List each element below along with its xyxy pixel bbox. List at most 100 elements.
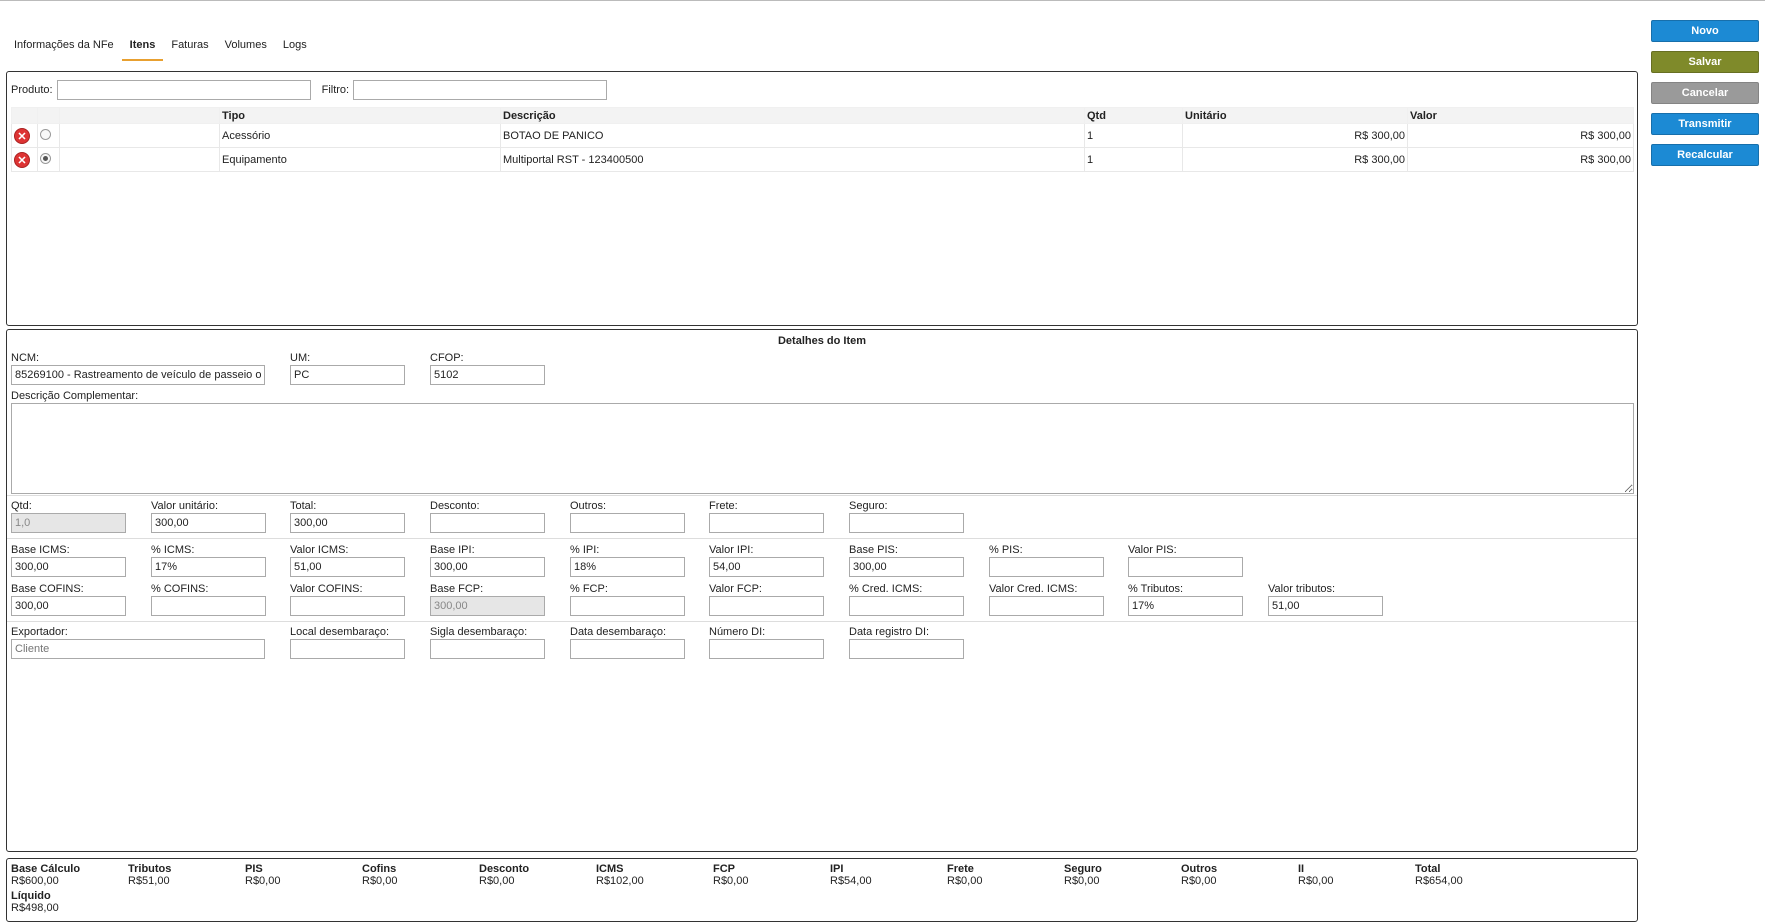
total-seguro: Seguro R$0,00 (1064, 863, 1102, 887)
total-label: Base Cálculo (11, 863, 81, 875)
base-pis-input[interactable] (849, 557, 964, 577)
valor-fcp-field: Valor FCP: (709, 583, 824, 616)
data-registro-di-field: Data registro DI: (849, 626, 964, 659)
col-descricao: Descrição (500, 107, 1085, 124)
frete-label: Frete: (709, 500, 738, 512)
data-desembaraco-field: Data desembaraço: (570, 626, 685, 659)
filtro-label: Filtro: (321, 84, 350, 96)
recalcular-button[interactable]: Recalcular (1651, 144, 1759, 166)
produto-input[interactable] (56, 80, 311, 100)
filtro-input[interactable] (353, 80, 608, 100)
valor-unitario-field: Valor unitário: (151, 500, 266, 533)
valor-tributos-field: Valor tributos: (1268, 583, 1383, 616)
total-value: R$0,00 (362, 875, 398, 887)
row-radio-selected[interactable] (40, 152, 51, 164)
pct-fcp-label: % FCP: (570, 583, 608, 595)
filter-row: Produto: Filtro: (11, 80, 608, 100)
valor-pis-input[interactable] (1128, 557, 1243, 577)
tab-informacoes-nfe[interactable]: Informações da NFe (6, 27, 122, 61)
base-pis-label: Base PIS: (849, 544, 898, 556)
pct-ipi-input[interactable] (570, 557, 685, 577)
total-frete: Frete R$0,00 (947, 863, 982, 887)
total-label: Total (1415, 863, 1441, 875)
pct-fcp-field: % FCP: (570, 583, 685, 616)
local-desembaraco-field: Local desembaraço: (290, 626, 405, 659)
base-icms-input[interactable] (11, 557, 126, 577)
total-fcp: FCP R$0,00 (713, 863, 748, 887)
tab-volumes[interactable]: Volumes (217, 27, 275, 61)
valor-fcp-input[interactable] (709, 596, 824, 616)
total-value: R$0,00 (947, 875, 983, 887)
pct-cofins-input[interactable] (151, 596, 266, 616)
local-desembaraco-input[interactable] (290, 639, 405, 659)
total-value: R$102,00 (596, 875, 644, 887)
valor-tributos-input[interactable] (1268, 596, 1383, 616)
local-desembaraco-label: Local desembaraço: (290, 626, 390, 638)
pct-icms-input[interactable] (151, 557, 266, 577)
base-fcp-label: Base FCP: (430, 583, 484, 595)
produto-label: Produto: (11, 84, 53, 96)
base-icms-label: Base ICMS: (11, 544, 70, 556)
descricao-complementar-field: Descrição Complementar: (11, 390, 1634, 497)
cancelar-button[interactable]: Cancelar (1651, 82, 1759, 104)
tab-logs[interactable]: Logs (275, 27, 315, 61)
descricao-complementar-textarea[interactable] (11, 403, 1634, 494)
ncm-input[interactable] (11, 365, 265, 385)
action-buttons: Novo Salvar Cancelar Transmitir Recalcul… (1651, 20, 1760, 175)
tab-itens[interactable]: Itens (121, 27, 164, 61)
pct-tributos-input[interactable] (1128, 596, 1243, 616)
descricao-cell: BOTAO DE PANICO (500, 123, 1085, 148)
descricao-cell: Multiportal RST - 123400500 (500, 147, 1085, 172)
total-value: R$654,00 (1415, 875, 1463, 887)
delete-icon[interactable]: ✕ (14, 151, 30, 168)
frete-input[interactable] (709, 513, 824, 533)
exportador-field: Exportador: (11, 626, 265, 659)
pct-cred-icms-input[interactable] (849, 596, 964, 616)
pct-fcp-input[interactable] (570, 596, 685, 616)
total-input[interactable] (290, 513, 405, 533)
table-row[interactable]: ✕ Equipamento Multiportal RST - 12340050… (11, 147, 1634, 172)
base-ipi-input[interactable] (430, 557, 545, 577)
desconto-label: Desconto: (430, 500, 480, 512)
delete-icon[interactable]: ✕ (14, 127, 30, 144)
tab-faturas[interactable]: Faturas (163, 27, 216, 61)
transmitir-button[interactable]: Transmitir (1651, 113, 1759, 135)
numero-di-input[interactable] (709, 639, 824, 659)
exportador-input[interactable] (11, 639, 265, 659)
total-liquido: Líquido R$498,00 (11, 890, 59, 914)
outros-input[interactable] (570, 513, 685, 533)
select-cell (37, 147, 60, 172)
pct-pis-input[interactable] (989, 557, 1104, 577)
valor-tributos-label: Valor tributos: (1268, 583, 1336, 595)
total-value: R$0,00 (1298, 875, 1334, 887)
cfop-input[interactable] (430, 365, 545, 385)
row-radio[interactable] (40, 128, 51, 140)
valor-cred-icms-input[interactable] (989, 596, 1104, 616)
total-value: R$0,00 (713, 875, 749, 887)
blank-cell (59, 123, 220, 148)
novo-button[interactable]: Novo (1651, 20, 1759, 42)
divider (7, 495, 1637, 496)
descricao-complementar-label: Descrição Complementar: (11, 390, 139, 402)
data-desembaraco-input[interactable] (570, 639, 685, 659)
total-ii: II R$0,00 (1298, 863, 1333, 887)
total-label: Outros (1181, 863, 1218, 875)
seguro-input[interactable] (849, 513, 964, 533)
um-input[interactable] (290, 365, 405, 385)
valor-unitario-input[interactable] (151, 513, 266, 533)
table-row[interactable]: ✕ Acessório BOTAO DE PANICO 1 R$ 300,00 … (11, 123, 1634, 148)
total-label: Total: (290, 500, 317, 512)
col-delete (11, 107, 38, 124)
base-cofins-input[interactable] (11, 596, 126, 616)
data-registro-di-input[interactable] (849, 639, 964, 659)
delete-cell: ✕ (11, 123, 38, 148)
tipo-cell: Equipamento (219, 147, 501, 172)
total-label: Seguro (1064, 863, 1102, 875)
valor-ipi-input[interactable] (709, 557, 824, 577)
um-label: UM: (290, 352, 311, 364)
desconto-input[interactable] (430, 513, 545, 533)
salvar-button[interactable]: Salvar (1651, 51, 1759, 73)
valor-icms-input[interactable] (290, 557, 405, 577)
sigla-desembaraco-input[interactable] (430, 639, 545, 659)
valor-cofins-input[interactable] (290, 596, 405, 616)
